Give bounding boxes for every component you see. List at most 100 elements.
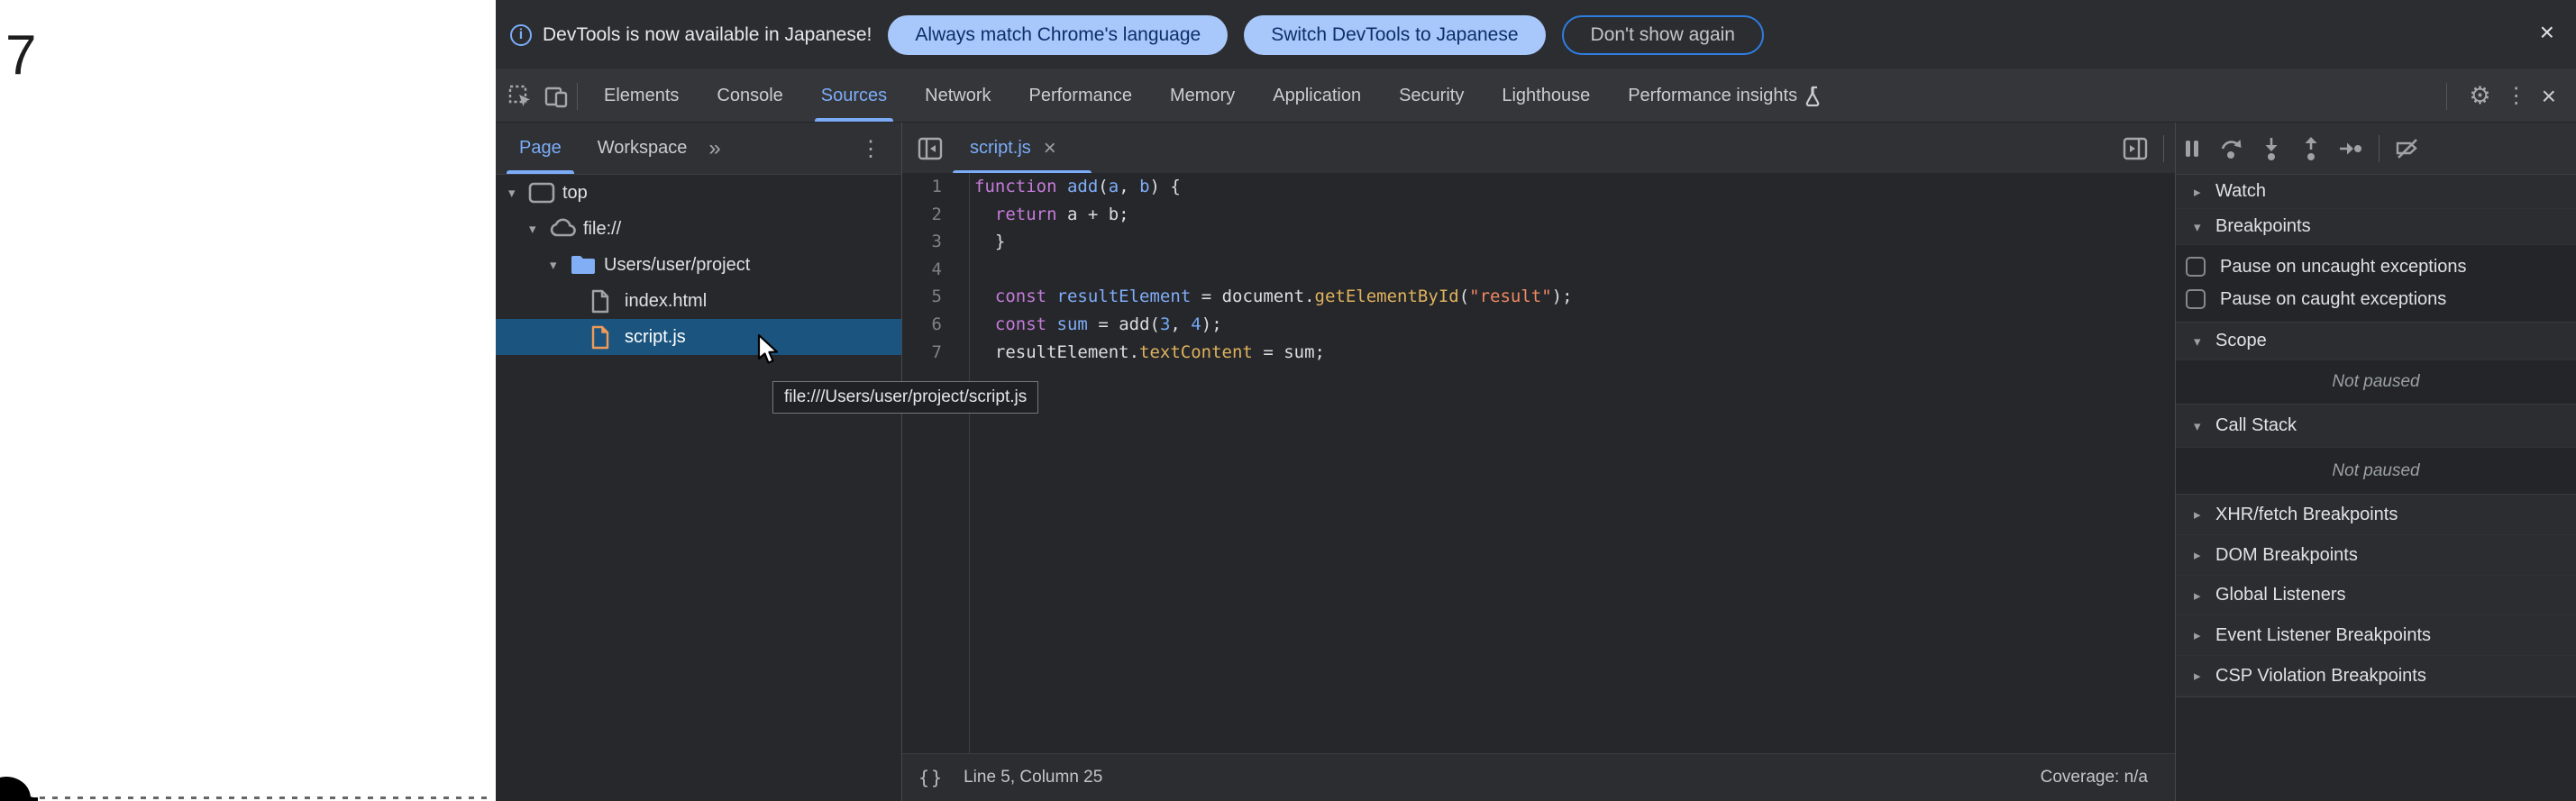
sidebar-section-event-listener-breakpoints[interactable]: ▸Event Listener Breakpoints <box>2176 615 2576 656</box>
line-number[interactable]: 7 <box>902 339 969 367</box>
sidebar-section-label: CSP Violation Breakpoints <box>2215 666 2426 687</box>
sidebar-section-global-listeners[interactable]: ▸Global Listeners <box>2176 576 2576 615</box>
file-js-icon <box>590 325 619 349</box>
step-over-icon[interactable] <box>2218 135 2245 162</box>
tab-performance-insights[interactable]: Performance insights <box>1609 70 1843 122</box>
infobar-action-switch-devtools-to-japanese[interactable]: Switch DevTools to Japanese <box>1244 15 1545 55</box>
code-line-3[interactable]: } <box>971 228 2175 256</box>
code-token: ); <box>1552 287 1573 306</box>
tree-item-top[interactable]: ▾top <box>496 175 901 211</box>
tab-lighthouse[interactable]: Lighthouse <box>1483 70 1609 122</box>
infobar-close-icon[interactable]: × <box>2540 20 2554 45</box>
sidebar-section-scope[interactable]: ▾Scope <box>2176 323 2576 360</box>
line-number[interactable]: 5 <box>902 283 969 311</box>
code-token <box>974 287 995 306</box>
tab-security[interactable]: Security <box>1380 70 1483 122</box>
expand-caret-icon[interactable]: ▾ <box>529 221 549 237</box>
code-line-4[interactable] <box>971 256 2175 284</box>
tree-item-file-[interactable]: ▾file:// <box>496 211 901 247</box>
checkbox-unchecked[interactable] <box>2186 289 2206 309</box>
expand-caret-icon[interactable]: ▾ <box>508 185 528 201</box>
code-token: a <box>1109 177 1119 196</box>
code-token: ); <box>1201 314 1222 334</box>
expand-caret-icon[interactable]: ▸ <box>2194 506 2215 523</box>
inspect-element-icon[interactable] <box>507 83 534 110</box>
close-devtools-icon[interactable]: × <box>2542 84 2556 109</box>
line-number[interactable]: 4 <box>902 256 969 284</box>
tab-label: Performance insights <box>1628 86 1797 106</box>
more-options-icon[interactable]: ⋮ <box>2506 86 2527 107</box>
sidebar-section-label: XHR/fetch Breakpoints <box>2215 505 2398 525</box>
code-line-5[interactable]: const resultElement = document.getElemen… <box>971 283 2175 311</box>
close-file-tab-icon[interactable]: × <box>1044 136 1056 161</box>
step-out-icon[interactable] <box>2297 135 2325 162</box>
more-tabs-icon[interactable]: » <box>708 136 718 161</box>
tree-item-script-js[interactable]: script.js <box>496 319 901 355</box>
code-line-6[interactable]: const sum = add(3, 4); <box>971 311 2175 339</box>
code-line-1[interactable]: function add(a, b) { <box>971 173 2175 201</box>
code-token: } <box>974 232 1005 251</box>
toggle-sidebar-pane-icon[interactable] <box>2122 135 2149 162</box>
checkbox-row-pause-on-uncaught-exceptions[interactable]: Pause on uncaught exceptions <box>2176 250 2576 283</box>
line-number[interactable]: 3 <box>902 228 969 256</box>
expand-caret-icon[interactable]: ▸ <box>2194 587 2215 604</box>
expand-caret-icon[interactable]: ▸ <box>2194 547 2215 563</box>
sidebar-section-label: DOM Breakpoints <box>2215 545 2358 566</box>
navigator-menu-icon[interactable]: ⋮ <box>860 136 882 162</box>
toggle-navigator-pane-icon[interactable] <box>917 135 944 162</box>
code-line-7[interactable]: resultElement.textContent = sum; <box>971 339 2175 367</box>
code-line-2[interactable]: return a + b; <box>971 201 2175 229</box>
code-content[interactable]: function add(a, b) { return a + b; } con… <box>971 173 2175 366</box>
tab-elements[interactable]: Elements <box>585 70 698 122</box>
toolbar-separator <box>2379 135 2380 162</box>
code-editor[interactable]: 1234567 function add(a, b) { return a + … <box>902 173 2175 753</box>
expand-caret-icon[interactable]: ▾ <box>550 257 570 273</box>
sidebar-section-csp-violation-breakpoints[interactable]: ▸CSP Violation Breakpoints <box>2176 656 2576 696</box>
tab-performance[interactable]: Performance <box>1010 70 1152 122</box>
tree-item-index-html[interactable]: index.html <box>496 283 901 319</box>
expand-caret-icon[interactable]: ▸ <box>2194 668 2215 684</box>
checkbox-unchecked[interactable] <box>2186 257 2206 277</box>
infobar-action-don-t-show-again[interactable]: Don't show again <box>1562 15 1764 55</box>
tab-workspace[interactable]: Workspace <box>585 123 700 174</box>
checkbox-row-pause-on-caught-exceptions[interactable]: Pause on caught exceptions <box>2176 283 2576 315</box>
toolbar-separator <box>2163 135 2164 162</box>
tab-console[interactable]: Console <box>698 70 801 122</box>
open-file-tab[interactable]: script.js × <box>954 123 1073 174</box>
tab-application[interactable]: Application <box>1254 70 1380 122</box>
line-number[interactable]: 2 <box>902 201 969 229</box>
tab-sources[interactable]: Sources <box>802 70 906 122</box>
language-infobar: i DevTools is now available in Japanese!… <box>496 0 2576 70</box>
sidebar-section-call-stack[interactable]: ▾Call Stack <box>2176 405 2576 448</box>
collapse-caret-icon[interactable]: ▾ <box>2194 333 2215 350</box>
tab-memory[interactable]: Memory <box>1151 70 1254 122</box>
collapse-caret-icon[interactable]: ▾ <box>2194 219 2215 235</box>
settings-gear-icon[interactable]: ⚙ <box>2469 84 2490 108</box>
sidebar-section-breakpoints[interactable]: ▾Breakpoints <box>2176 209 2576 245</box>
step-icon[interactable] <box>2337 135 2364 162</box>
page-content-number: 7 <box>5 23 36 87</box>
pause-script-icon[interactable] <box>2179 135 2206 162</box>
sidebar-section-watch[interactable]: ▸Watch <box>2176 175 2576 209</box>
toggle-device-toolbar-icon[interactable] <box>543 83 570 110</box>
editor-tab-strip: script.js × <box>902 123 2175 174</box>
tab-network[interactable]: Network <box>906 70 1009 122</box>
sidebar-section-dom-breakpoints[interactable]: ▸DOM Breakpoints <box>2176 535 2576 576</box>
code-token <box>1057 177 1067 196</box>
toolbar-separator <box>577 83 578 110</box>
sidebar-section-label: Scope <box>2215 331 2267 351</box>
infobar-action-always-match-chrome-s-language[interactable]: Always match Chrome's language <box>888 15 1228 55</box>
line-number[interactable]: 1 <box>902 173 969 201</box>
tree-item-users-user-project[interactable]: ▾Users/user/project <box>496 247 901 283</box>
collapse-caret-icon[interactable]: ▾ <box>2194 418 2215 434</box>
cursor-position-label: Line 5, Column 25 <box>964 768 1102 787</box>
line-number[interactable]: 6 <box>902 311 969 339</box>
deactivate-breakpoints-icon[interactable] <box>2394 135 2421 162</box>
code-token: add <box>1067 177 1098 196</box>
expand-caret-icon[interactable]: ▸ <box>2194 627 2215 643</box>
step-into-icon[interactable] <box>2258 135 2285 162</box>
expand-caret-icon[interactable]: ▸ <box>2194 184 2215 200</box>
tab-page[interactable]: Page <box>507 123 574 174</box>
sidebar-section-content: Pause on uncaught exceptionsPause on cau… <box>2176 245 2576 323</box>
sidebar-section-xhr-fetch-breakpoints[interactable]: ▸XHR/fetch Breakpoints <box>2176 495 2576 535</box>
